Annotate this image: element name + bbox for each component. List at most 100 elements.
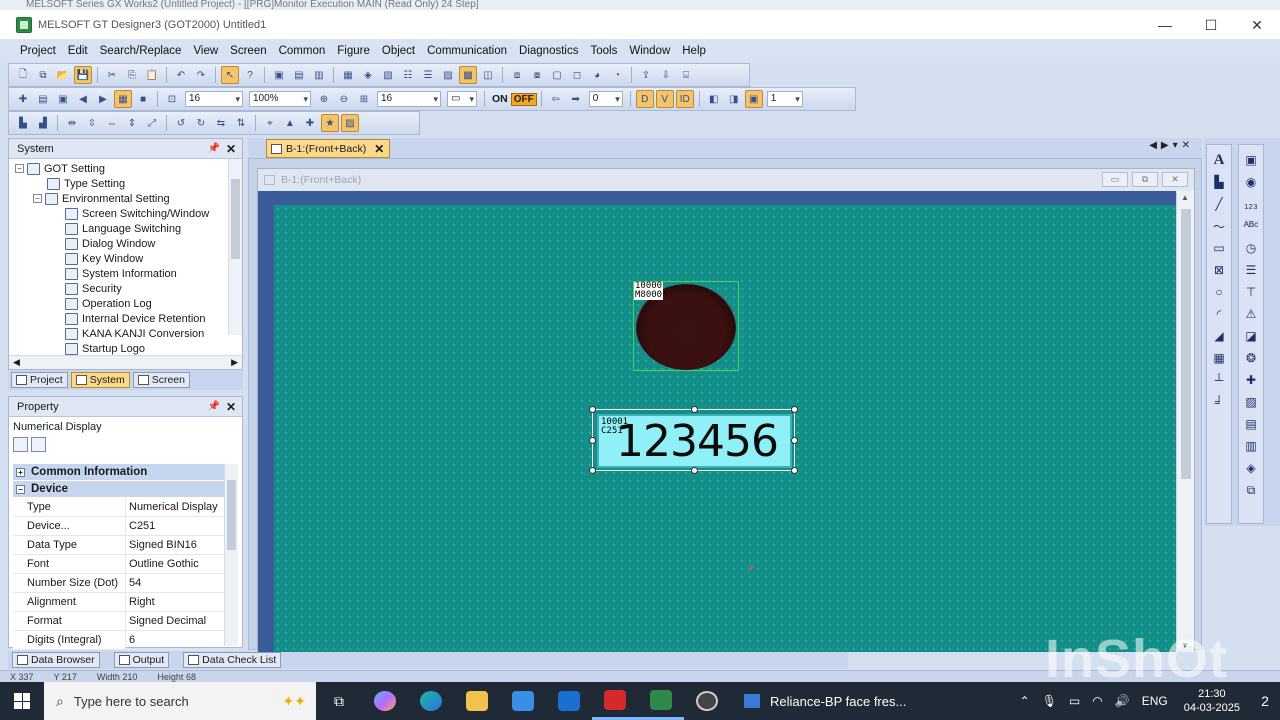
zoom-window-icon[interactable]: ⊡ [163,90,181,108]
tree-item[interactable]: − Environmental Setting [33,191,170,206]
layer-back-icon[interactable]: ◨ [725,90,743,108]
lamp-object[interactable]: 10000 M8000 [633,281,739,371]
arrow-right-icon[interactable]: ➡ [567,90,585,108]
parts-object-icon[interactable]: ⊤ [1242,283,1260,301]
tab-system[interactable]: System [70,372,130,388]
menu-view[interactable]: View [187,40,224,62]
comment-tool-icon[interactable]: ▙ [1210,173,1228,191]
tree-item[interactable]: KANA KANJI Conversion [65,326,204,341]
resize-handle[interactable] [791,467,798,474]
property-row[interactable]: Alignment Right [13,593,228,612]
menu-edit[interactable]: Edit [62,40,94,62]
data-list-icon[interactable]: ☰ [419,66,437,84]
clock-object-icon[interactable]: ◷ [1242,239,1260,257]
rotate-left-icon[interactable]: ↺ [172,114,190,132]
edge-browser-icon[interactable] [408,682,454,720]
more-object-icon[interactable]: ⧉ [1242,481,1260,499]
on-state-button[interactable]: ON [492,93,508,105]
outlook-icon[interactable] [546,682,592,720]
back-icon[interactable]: ◀ [74,90,92,108]
scale-tool-icon[interactable]: ┴ [1210,371,1228,389]
save-icon[interactable]: 💾 [74,66,92,84]
screen-overlay-icon[interactable]: ▥ [310,66,328,84]
notification-badge[interactable]: 2 [1250,693,1280,709]
property-group[interactable]: + Common Information [13,464,228,481]
send-back-icon[interactable]: ⧇ [528,66,546,84]
resize-handle[interactable] [589,437,596,444]
grid-size-select[interactable]: 16 [377,91,441,107]
property-row[interactable]: Format Signed Decimal [13,612,228,631]
tree-item[interactable]: Dialog Window [65,236,155,251]
layer-both-icon[interactable]: ▣ [744,90,763,108]
align-left-icon[interactable]: ▙ [14,114,32,132]
text-display-object-icon[interactable]: ᴬᴮᶜ [1242,217,1260,235]
script-object-icon[interactable]: ◈ [1242,459,1260,477]
property-value[interactable]: Signed Decimal [126,612,228,630]
property-row[interactable]: Data Type Signed BIN16 [13,536,228,555]
categorized-view-icon[interactable] [13,436,28,452]
flip-h-icon[interactable]: ⇆ [212,114,230,132]
image-icon[interactable]: ▨ [341,114,359,132]
scroll-thumb[interactable] [231,179,240,259]
flip-v-icon[interactable]: ⇅ [232,114,250,132]
layer-select[interactable]: 1 [766,91,803,107]
graph-object-icon[interactable]: ◪ [1242,327,1260,345]
property-value[interactable]: Right [126,593,228,611]
piping-tool-icon[interactable]: ╛ [1210,393,1228,411]
zoom-in-icon[interactable]: ⊕ [315,90,333,108]
comment-object-icon[interactable]: ☰ [1242,261,1260,279]
palette-icon[interactable]: ◕ [588,66,606,84]
circle-tool-icon[interactable]: ○ [1210,283,1228,301]
resize-handle[interactable] [691,406,698,413]
rectangle-tool-icon[interactable]: ▭ [1210,239,1228,257]
snap-icon[interactable]: ⌖ [261,114,279,132]
zoom-out-icon[interactable]: ⊖ [335,90,353,108]
tree-horizontal-scrollbar[interactable]: ◀ ▶ [9,355,242,369]
menu-common[interactable]: Common [273,40,332,62]
monitor-icon[interactable]: ◫ [479,66,497,84]
move-add-icon[interactable]: ✚ [301,114,319,132]
arrow-left-icon[interactable]: ⇦ [547,90,565,108]
switch-object-icon[interactable]: ▣ [1242,151,1260,169]
pin-icon[interactable]: 📌 [208,401,220,412]
menu-screen[interactable]: Screen [224,40,272,62]
screen-window-icon[interactable]: ▤ [290,66,308,84]
tree-item[interactable]: Internal Device Retention [65,311,206,326]
off-state-button[interactable]: OFF [510,92,537,106]
polygon-tool-icon[interactable]: ⊠ [1210,261,1228,279]
parts-icon[interactable]: ◈ [359,66,377,84]
align-right-icon[interactable]: ▟ [34,114,52,132]
fill-color-icon[interactable]: ■ [134,90,152,108]
tree-item[interactable]: Operation Log [65,296,152,311]
tree-expander-icon[interactable]: − [15,164,24,173]
property-scrollbar[interactable] [224,464,238,646]
alphabetical-view-icon[interactable] [31,436,46,452]
table-tool-icon[interactable]: ▦ [1210,349,1228,367]
gx-works-icon[interactable] [592,682,638,720]
tree-item[interactable]: System Information [65,266,177,281]
copilot-icon[interactable] [362,682,408,720]
bring-front-icon[interactable]: ⧈ [508,66,526,84]
screen-canvas[interactable]: 10000 M8000 10001 C251 123456 + [274,205,1178,652]
property-value[interactable]: Signed BIN16 [126,536,228,554]
state-select[interactable]: 0 [588,91,623,107]
undo-icon[interactable]: ↶ [172,66,190,84]
select-pointer-icon[interactable]: ↖ [221,66,239,84]
group-expander-icon[interactable]: + [16,467,25,477]
group-expander-icon[interactable]: − [16,484,25,494]
open-folder-icon[interactable]: 📂 [54,66,72,84]
tab-screen[interactable]: Screen [132,372,190,388]
new-screen-icon[interactable]: ⧉ [34,66,52,84]
property-value[interactable]: C251 [126,517,228,535]
line-tool-icon[interactable]: ╱ [1210,195,1228,213]
numerical-display-object[interactable]: 10001 C251 123456 [589,406,798,474]
menu-project[interactable]: Project [14,40,62,62]
cut-icon[interactable]: ✂ [103,66,121,84]
object-id-icon[interactable]: ID [675,90,694,108]
grid-icon[interactable]: ▦ [114,90,132,108]
property-value[interactable]: Outline Gothic [126,555,228,573]
volume-icon[interactable]: 🔊 [1115,694,1130,708]
add-object-icon[interactable]: ✚ [1242,371,1260,389]
menu-object[interactable]: Object [376,40,421,62]
microphone-icon[interactable]: 🎙 [1042,694,1057,708]
